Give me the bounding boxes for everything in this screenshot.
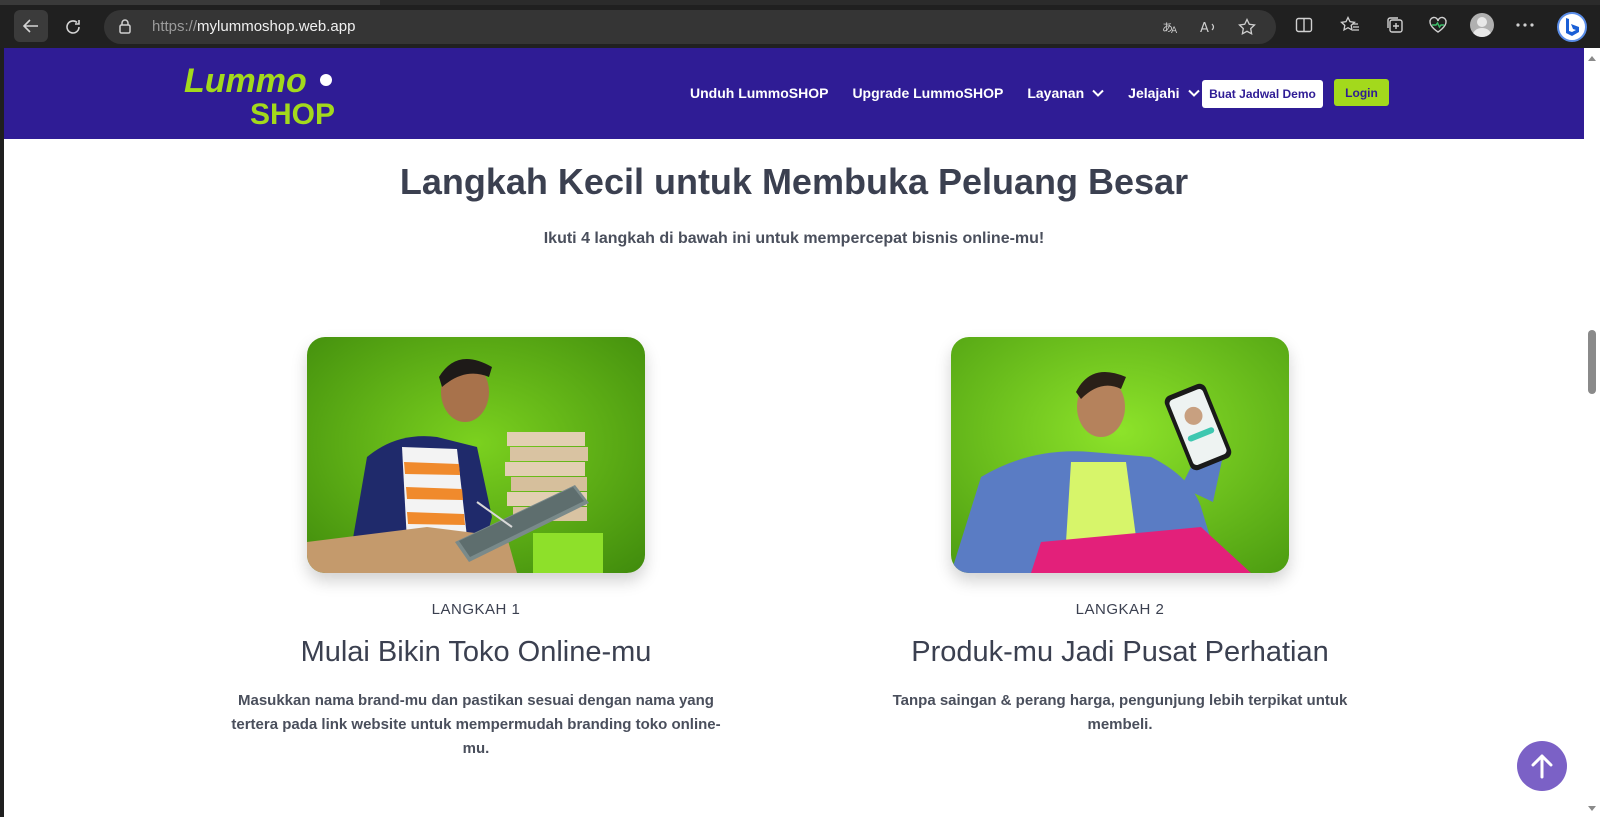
favorite-star-icon[interactable] bbox=[1236, 17, 1258, 37]
step-description: Tanpa saingan & perang harga, pengunjung… bbox=[892, 692, 1348, 733]
scroll-up-arrow-icon[interactable] bbox=[1588, 56, 1596, 61]
step-title: Produk-mu Jadi Pusat Perhatian bbox=[911, 636, 1329, 668]
nav-links: Unduh LummoSHOP Upgrade LummoSHOP Layana… bbox=[690, 79, 1224, 107]
url-text: https://mylummoshop.web.app bbox=[152, 18, 355, 35]
svg-text:Lummo: Lummo bbox=[184, 62, 307, 100]
chevron-down-icon bbox=[1187, 89, 1200, 97]
svg-text:SHOP: SHOP bbox=[250, 98, 335, 126]
active-tab-indicator bbox=[0, 0, 380, 5]
login-button[interactable]: Login bbox=[1334, 79, 1389, 106]
split-screen-icon[interactable] bbox=[1292, 14, 1316, 36]
nav-link-unduh[interactable]: Unduh LummoSHOP bbox=[690, 85, 828, 101]
reload-button[interactable] bbox=[58, 12, 88, 42]
favorites-icon[interactable] bbox=[1338, 14, 1362, 36]
step-1-image bbox=[307, 337, 645, 573]
lock-icon bbox=[118, 18, 132, 39]
nav-link-label: Upgrade LummoSHOP bbox=[852, 85, 1004, 101]
lummoshop-logo[interactable]: Lummo SHOP bbox=[184, 62, 344, 131]
scroll-to-top-button[interactable] bbox=[1517, 741, 1567, 791]
section-subtitle: Ikuti 4 langkah di bawah ini untuk mempe… bbox=[543, 230, 1045, 247]
section-title: Langkah Kecil untuk Membuka Peluang Besa… bbox=[399, 161, 1189, 202]
page-scrollbar[interactable] bbox=[1584, 48, 1600, 817]
address-bar[interactable]: https://mylummoshop.web.app あA A bbox=[104, 10, 1276, 44]
nav-link-label: Jelajahi bbox=[1128, 85, 1180, 101]
reload-icon bbox=[66, 20, 80, 34]
more-options-icon[interactable] bbox=[1513, 14, 1537, 36]
step-label: LANGKAH 1 bbox=[431, 601, 521, 618]
schedule-demo-button[interactable]: Buat Jadwal Demo bbox=[1202, 80, 1323, 108]
nav-link-layanan[interactable]: Layanan bbox=[1027, 85, 1104, 101]
step-card-1: LANGKAH 1 Mulai Bikin Toko Online-mu Mas… bbox=[196, 337, 756, 761]
page-viewport: Lummo SHOP Unduh LummoSHOP Upgrade Lummo… bbox=[4, 48, 1584, 817]
scrollbar-thumb[interactable] bbox=[1588, 330, 1596, 394]
browser-essentials-icon[interactable] bbox=[1426, 14, 1450, 36]
svg-text:A: A bbox=[1200, 21, 1209, 35]
url-scheme: https:// bbox=[152, 18, 198, 35]
url-host: mylummoshop.web.app bbox=[197, 18, 356, 35]
read-aloud-icon[interactable]: A bbox=[1198, 17, 1220, 37]
scroll-down-arrow-icon[interactable] bbox=[1588, 806, 1596, 811]
svg-text:A: A bbox=[1171, 26, 1178, 35]
site-navbar: Lummo SHOP Unduh LummoSHOP Upgrade Lummo… bbox=[4, 48, 1584, 139]
translate-icon[interactable]: あA bbox=[1160, 17, 1182, 37]
profile-avatar[interactable] bbox=[1470, 13, 1494, 37]
step-card-2: LANGKAH 2 Produk-mu Jadi Pusat Perhatian… bbox=[840, 337, 1400, 737]
nav-link-upgrade[interactable]: Upgrade LummoSHOP bbox=[852, 85, 1003, 101]
back-button[interactable] bbox=[14, 10, 48, 42]
chevron-down-icon bbox=[1092, 89, 1104, 97]
arrow-left-icon bbox=[22, 19, 38, 33]
nav-link-label: Layanan bbox=[1027, 85, 1085, 101]
step-title: Mulai Bikin Toko Online-mu bbox=[300, 636, 652, 668]
bing-copilot-icon[interactable] bbox=[1557, 12, 1587, 42]
collections-icon[interactable] bbox=[1383, 14, 1407, 36]
nav-link-label: Unduh LummoSHOP bbox=[690, 85, 829, 101]
tab-strip bbox=[0, 0, 1600, 5]
step-label: LANGKAH 2 bbox=[1075, 601, 1165, 618]
nav-link-jelajahi[interactable]: Jelajahi bbox=[1128, 85, 1200, 101]
step-2-image bbox=[951, 337, 1289, 573]
browser-toolbar: https://mylummoshop.web.app あA A bbox=[0, 0, 1600, 48]
arrow-up-icon bbox=[1531, 754, 1553, 779]
step-description: Masukkan nama brand-mu dan pastikan sesu… bbox=[231, 692, 721, 757]
